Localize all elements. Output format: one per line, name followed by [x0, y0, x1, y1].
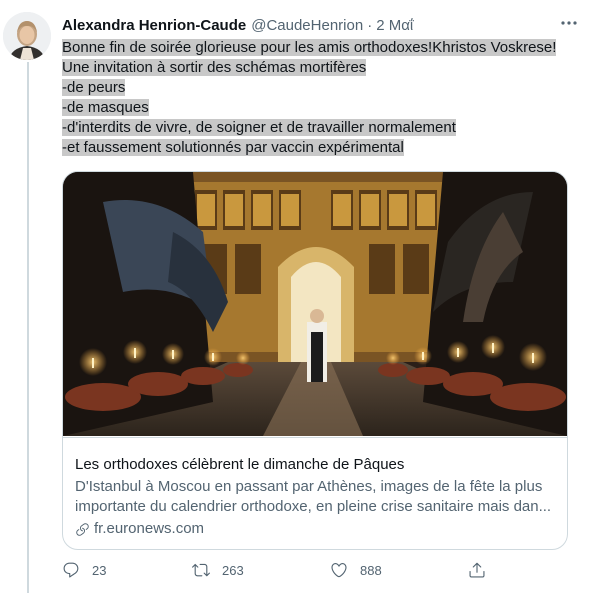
like-count: 888 [360, 562, 382, 578]
retweet-button[interactable]: 263 [192, 561, 244, 579]
avatar[interactable] [3, 12, 51, 60]
tweet-text-line: -de peurs [62, 79, 126, 96]
retweet-count: 263 [222, 562, 244, 578]
thread-line [27, 62, 29, 593]
tweet-text-line: Une invitation à sortir des schémas mort… [62, 59, 367, 76]
link-card[interactable]: Les orthodoxes célèbrent le dimanche de … [62, 171, 568, 550]
reply-button[interactable]: 23 [62, 561, 106, 579]
tweet-text-line: -d'interdits de vivre, de soigner et de … [62, 119, 456, 136]
like-button[interactable]: 888 [330, 561, 382, 579]
link-icon [76, 522, 89, 536]
more-icon [561, 21, 577, 25]
tweet-date[interactable]: 2 Μαΐ [376, 17, 413, 34]
like-icon [331, 563, 347, 578]
card-body: Les orthodoxes célèbrent le dimanche de … [63, 437, 567, 539]
tweet-text: Bonne fin de soirée glorieuse pour les a… [62, 38, 562, 158]
card-domain[interactable]: fr.euronews.com [75, 519, 555, 539]
card-description: D'Istanbul à Moscou en passant par Athèn… [75, 478, 552, 515]
reply-count: 23 [92, 562, 107, 578]
card-image[interactable] [63, 172, 567, 436]
tweet-text-line: -et faussement solutionnés par vaccin ex… [62, 139, 404, 156]
tweet-header: Alexandra Henrion-Caude @CaudeHenrion · … [62, 15, 563, 35]
tweet-text-line: -de masques [62, 99, 149, 116]
author-name[interactable]: Alexandra Henrion-Caude [62, 17, 246, 34]
share-icon [469, 562, 485, 578]
more-button[interactable] [559, 13, 579, 33]
avatar-image [3, 12, 51, 60]
share-button[interactable] [468, 561, 486, 579]
author-handle[interactable]: @CaudeHenrion [251, 17, 363, 34]
retweet-icon [192, 563, 210, 577]
tweet-actions: 23 263 888 [62, 561, 542, 583]
card-title[interactable]: Les orthodoxes célèbrent le dimanche de … [75, 455, 555, 475]
separator-dot: · [367, 16, 373, 34]
card-domain-text: fr.euronews.com [94, 520, 205, 537]
tweet-text-line: Bonne fin de soirée glorieuse pour les a… [62, 39, 557, 56]
reply-icon [63, 562, 79, 578]
